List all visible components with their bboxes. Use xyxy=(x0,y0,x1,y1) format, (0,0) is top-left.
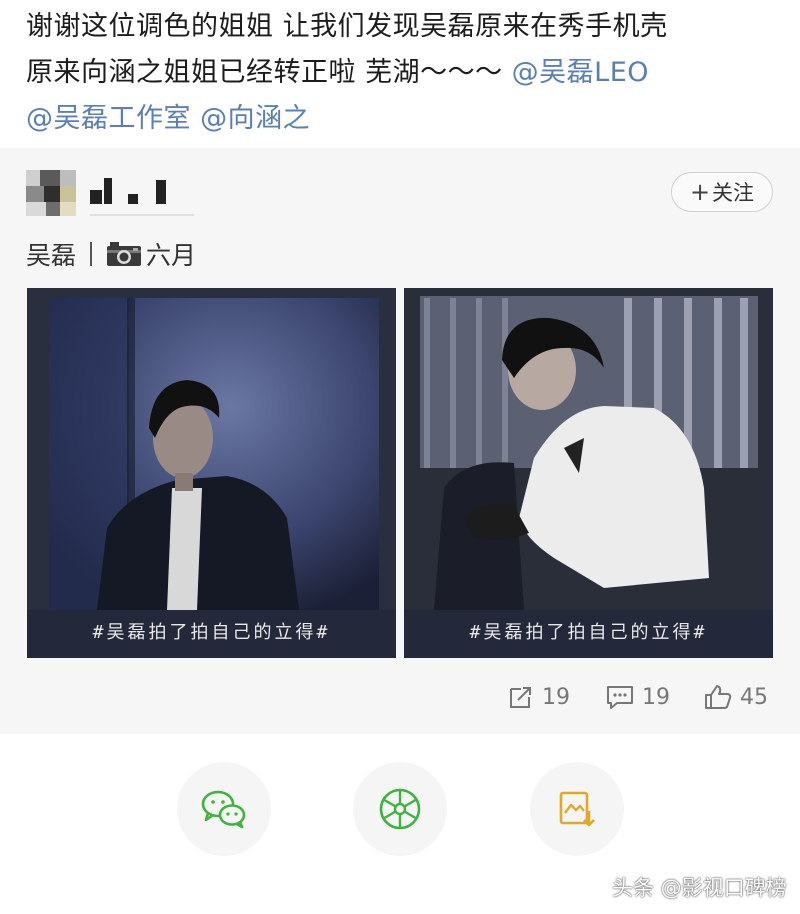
photo-left-image xyxy=(27,288,396,658)
post-line-1: 谢谢这位调色的姐姐 让我们发现吴磊原来在秀手机壳 xyxy=(26,11,668,42)
photo-left[interactable]: #吴磊拍了拍自己的立得# xyxy=(27,288,396,658)
mention-xianghanzhi[interactable]: @向涵之 xyxy=(200,103,310,134)
thumbs-up-icon xyxy=(705,685,732,709)
avatar[interactable] xyxy=(26,170,76,216)
photo-album-label[interactable]: 六月 xyxy=(146,236,196,272)
post-line-2-text: 原来向涵之姐姐已经转正啦 芜湖～～～ xyxy=(26,57,512,88)
redacted-username xyxy=(90,178,170,204)
comment-count: 19 xyxy=(642,684,670,710)
repost-count: 19 xyxy=(542,684,570,710)
author-line: 吴磊 六月 xyxy=(26,236,196,272)
photo-right-image xyxy=(404,288,773,658)
photo-left-caption: #吴磊拍了拍自己的立得# xyxy=(92,622,331,643)
quoted-post-card[interactable]: + 关注 吴磊 六月 #吴磊拍了拍自己的立得# #吴磊拍了拍自己的立得# 19 … xyxy=(0,148,800,734)
post-text: 谢谢这位调色的姐姐 让我们发现吴磊原来在秀手机壳 原来向涵之姐姐已经转正啦 芜湖… xyxy=(26,4,786,142)
follow-button[interactable]: + 关注 xyxy=(671,172,773,212)
moments-icon xyxy=(379,788,421,830)
wechat-icon xyxy=(201,790,246,829)
divider xyxy=(90,214,194,216)
share-row xyxy=(0,762,800,862)
comment-icon xyxy=(607,686,633,709)
plus-icon: + xyxy=(689,178,711,206)
like-action[interactable]: 45 xyxy=(704,684,768,710)
post-line-3: @吴磊工作室 @向涵之 xyxy=(26,96,786,142)
watermark: 头条 @影视口碑榜 xyxy=(612,876,787,900)
camera-icon xyxy=(106,241,142,267)
author-name[interactable]: 吴磊 xyxy=(26,236,76,272)
repost-icon xyxy=(510,687,531,708)
mention-wulei-leo[interactable]: @吴磊LEO xyxy=(512,57,649,88)
repost-action[interactable]: 19 xyxy=(508,684,570,710)
photo-right-caption: #吴磊拍了拍自己的立得# xyxy=(469,622,708,643)
save-image-button[interactable] xyxy=(530,762,624,856)
save-image-icon xyxy=(559,791,595,827)
post-line-2: 原来向涵之姐姐已经转正啦 芜湖～～～ @吴磊LEO xyxy=(26,50,786,96)
share-wechat-button[interactable] xyxy=(177,762,271,856)
follow-label: 关注 xyxy=(712,181,755,205)
photo-right[interactable]: #吴磊拍了拍自己的立得# xyxy=(404,288,773,658)
like-count: 45 xyxy=(740,684,768,710)
comment-action[interactable]: 19 xyxy=(606,684,670,710)
share-moments-button[interactable] xyxy=(353,762,447,856)
mention-wulei-studio[interactable]: @吴磊工作室 xyxy=(26,103,191,134)
separator xyxy=(90,242,93,266)
